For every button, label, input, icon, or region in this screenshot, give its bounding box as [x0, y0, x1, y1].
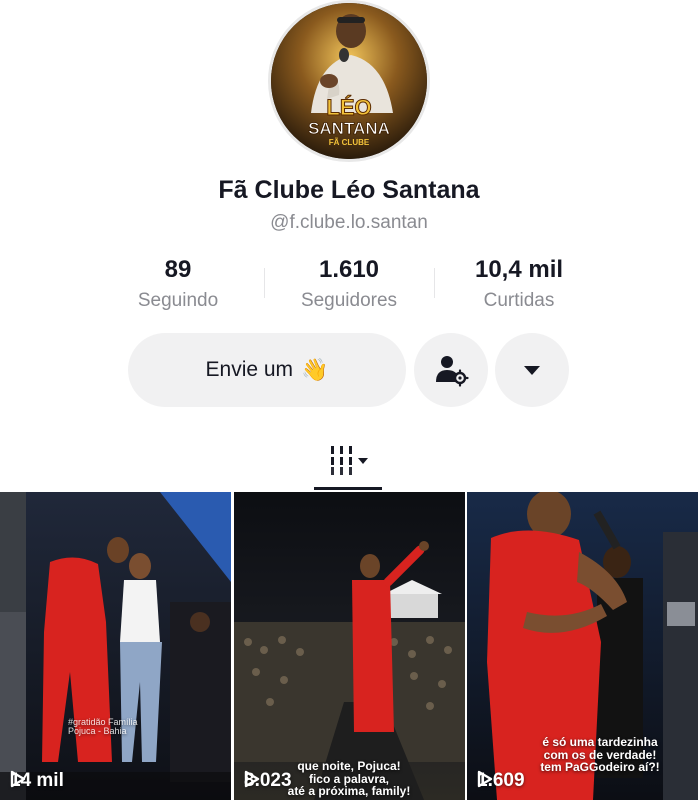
video-thumbnail[interactable]: que noite, Pojuca! fico a palavra, até a… [234, 492, 465, 800]
wave-emoji: 👋 [301, 357, 329, 382]
avatar-text-leo: LÉO [326, 95, 371, 120]
video-views: 8.023 [244, 770, 292, 792]
profile-name: Fã Clube Léo Santana [218, 176, 480, 204]
video-thumbnail[interactable]: é só uma tardezinha com os de verdade! t… [467, 492, 698, 800]
tab-videos[interactable] [318, 438, 378, 478]
video-views: 14 mil [10, 770, 64, 792]
more-options-button[interactable] [495, 333, 569, 407]
content-tabs [0, 432, 698, 492]
video-views: 1.609 [477, 770, 525, 792]
message-button-label: Envie um [205, 358, 294, 381]
stat-likes[interactable]: 10,4 mil Curtidas [419, 256, 619, 312]
video-thumbnail-image [0, 492, 231, 800]
video-caption: #gratidão Família Pojuca - Bahia [68, 717, 138, 737]
video-caption: que noite, Pojuca! fico a palavra, até a… [287, 759, 411, 799]
person-gear-icon [436, 356, 469, 387]
stat-following-label: Seguindo [137, 290, 219, 311]
stat-likes-label: Curtidas [483, 290, 555, 311]
play-icon [10, 770, 26, 788]
profile-handle: @f.clube.lo.santan [270, 212, 428, 233]
avatar-image: LÉO SANTANA FÃ CLUBE [271, 3, 427, 159]
play-icon [477, 770, 493, 788]
message-button[interactable]: Envie um 👋 [128, 333, 406, 407]
profile-stats: 89 Seguindo 1.610 Seguidores 10,4 mil Cu… [0, 256, 698, 320]
caret-down-icon [524, 366, 540, 375]
stat-likes-value: 10,4 mil [474, 256, 564, 283]
video-thumbnail-image [234, 492, 465, 800]
stat-following[interactable]: 89 Seguindo [78, 256, 278, 312]
active-tab-indicator [314, 487, 382, 490]
grid-icon [331, 446, 368, 475]
video-caption: é só uma tardezinha com os de verdade! t… [540, 735, 660, 775]
add-friend-button[interactable] [414, 333, 488, 407]
video-grid: #gratidão Família Pojuca - Bahia 14 mil [0, 492, 698, 800]
video-thumbnail[interactable]: #gratidão Família Pojuca - Bahia 14 mil [0, 492, 231, 800]
caret-down-icon [358, 458, 368, 464]
profile-avatar[interactable]: LÉO SANTANA FÃ CLUBE [268, 0, 430, 162]
play-icon [244, 770, 260, 788]
avatar-text-santana: SANTANA [308, 119, 390, 138]
avatar-text-faclube: FÃ CLUBE [329, 138, 370, 147]
stat-following-value: 89 [164, 256, 192, 283]
